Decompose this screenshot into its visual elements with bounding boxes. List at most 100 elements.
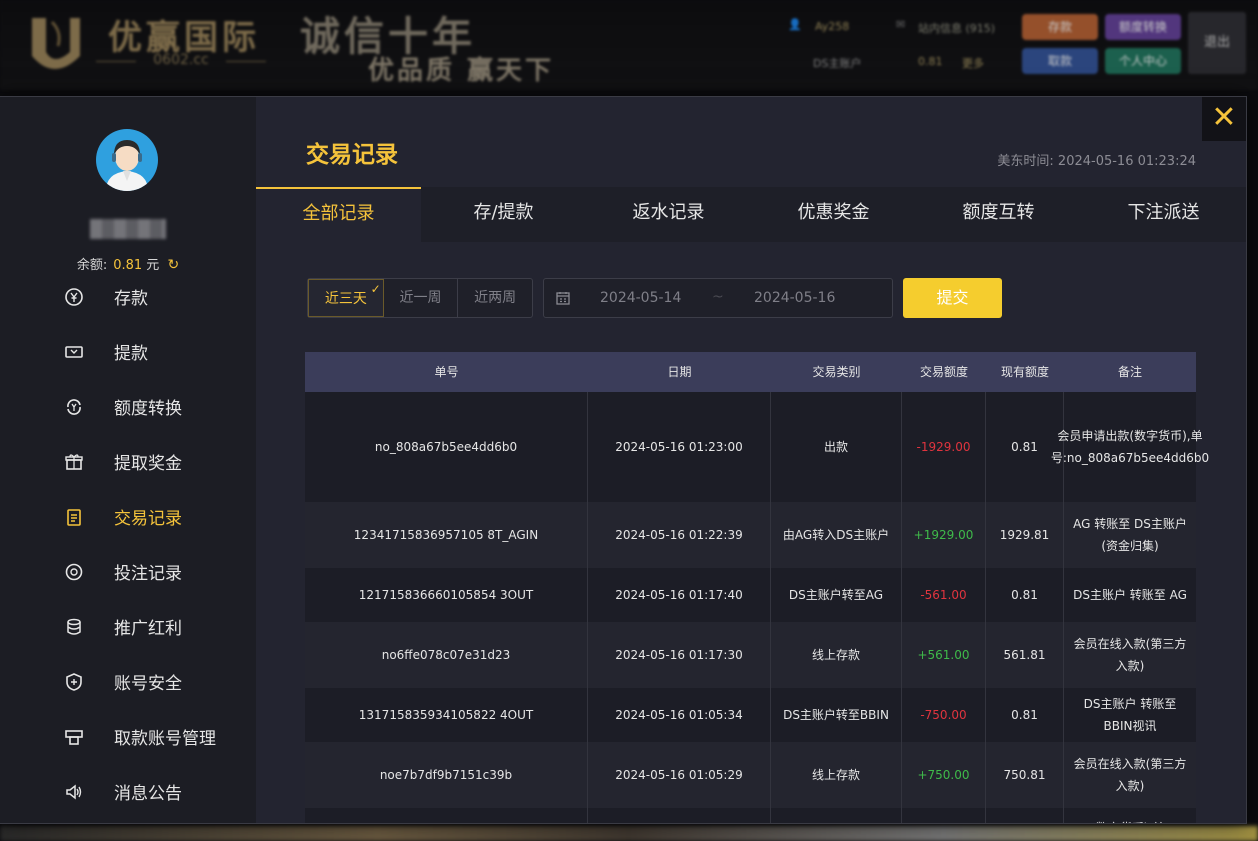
header-transfer-button[interactable]: 额度转换 — [1105, 14, 1181, 40]
server-time: 美东时间: 2024-05-16 01:23:24 — [997, 150, 1196, 169]
table-header: 单号 日期 交易类别 交易额度 现有额度 备注 — [305, 352, 1196, 392]
cell-balance: 0.81 — [986, 688, 1064, 742]
cell-id: no_808a67b5ee4dd6b0 — [305, 392, 588, 502]
cell-balance: 750.81 — [986, 742, 1064, 808]
ticket-icon — [64, 342, 84, 362]
header-account-balance: 0.81 — [918, 55, 943, 68]
sidebar-item-security[interactable]: 账号安全 — [0, 654, 256, 709]
sidebar-item-label: 额度转换 — [114, 399, 182, 419]
col-id: 单号 — [434, 365, 459, 379]
speaker-icon — [64, 782, 84, 802]
sidebar: 余额: 0.81 元 ↻ 存款 提款 额度转换 提取奖金 交易记录 投注记录 推… — [0, 97, 256, 823]
cell-date — [588, 808, 771, 823]
clipboard-icon — [64, 507, 84, 527]
table-row: 121715836660105854 3OUT 2024-05-16 01:17:… — [305, 568, 1196, 622]
page-title: 交易记录 — [306, 142, 398, 168]
avatar — [96, 129, 158, 191]
cell-balance — [986, 808, 1064, 823]
tab-bet-rewards[interactable]: 下注派送 — [1081, 187, 1246, 242]
table-row: 131715835934105822 4OUT 2024-05-16 01:05:… — [305, 688, 1196, 742]
calendar-icon — [556, 292, 570, 305]
account-modal: 余额: 0.81 元 ↻ 存款 提款 额度转换 提取奖金 交易记录 投注记录 推… — [0, 97, 1246, 823]
background-strip — [0, 826, 1258, 841]
cell-date: 2024-05-16 01:23:00 — [588, 392, 771, 502]
sidebar-item-label: 提款 — [114, 344, 148, 364]
sidebar-item-deposit[interactable]: 存款 — [0, 269, 256, 324]
gift-icon — [64, 452, 84, 472]
time-value: 2024-05-16 01:23:24 — [1057, 154, 1196, 169]
cell-balance: 561.81 — [986, 622, 1064, 688]
logo-icon — [32, 18, 80, 69]
header-more[interactable]: 更多 — [962, 55, 984, 71]
logout-button[interactable]: 退出 — [1188, 12, 1246, 74]
sidebar-item-accounts[interactable]: 取款账号管理 — [0, 709, 256, 764]
tab-all[interactable]: 全部记录 — [256, 187, 421, 242]
card-icon — [64, 727, 84, 747]
cell-id: 12341715836957105 8T_AGIN — [305, 502, 588, 568]
header-withdraw-button[interactable]: 取款 — [1022, 48, 1098, 74]
tab-rebate[interactable]: 返水记录 — [586, 187, 751, 242]
user-icon: 👤 — [788, 18, 802, 31]
cell-note: DS主账户 转账至 BBIN视讯 — [1083, 697, 1177, 733]
cell-note: 会员在线入款(第三方入款) — [1073, 637, 1187, 673]
cell-amount: +1929.00 — [902, 502, 986, 568]
cell-id: no6ffe078c07e31d23 — [305, 622, 588, 688]
sidebar-item-promo[interactable]: 推广红利 — [0, 599, 256, 654]
submit-button[interactable]: 提交 — [903, 278, 1002, 318]
username-redacted — [90, 219, 166, 239]
sidebar-item-bonus[interactable]: 提取奖金 — [0, 434, 256, 489]
cell-type: DS主账户转至BBIN — [771, 688, 902, 742]
cell-amount: -561.00 — [902, 568, 986, 622]
sidebar-item-label: 取款账号管理 — [114, 729, 216, 749]
sidebar-item-label: 提取奖金 — [114, 454, 182, 474]
sidebar-item-notice[interactable]: 消息公告 — [0, 764, 256, 819]
tab-deposit-withdraw[interactable]: 存/提款 — [421, 187, 586, 242]
tab-transfer[interactable]: 额度互转 — [916, 187, 1081, 242]
cell-balance: 0.81 — [986, 568, 1064, 622]
header-mail[interactable]: 站内信息 (915) — [918, 20, 995, 36]
cell-id: 121715836660105854 3OUT — [305, 568, 588, 622]
table-row: 数字货币),单 — [305, 808, 1196, 823]
col-note: 备注 — [1117, 365, 1142, 379]
table-row: no_808a67b5ee4dd6b0 2024-05-16 01:23:00 出款… — [305, 392, 1210, 502]
sidebar-nav: 存款 提款 额度转换 提取奖金 交易记录 投注记录 推广红利 账号安全 取款账号… — [0, 269, 256, 819]
coins-icon — [64, 617, 84, 637]
range-2weeks[interactable]: 近两周 — [458, 279, 532, 317]
header-account: DS主账户 — [813, 57, 862, 70]
sidebar-item-transactions[interactable]: 交易记录 — [0, 489, 256, 544]
col-amount: 交易额度 — [919, 365, 968, 379]
site-header: 优赢国际 0602.cc 诚信十年 优品质 赢天下 👤 Ay258 ✉ 站内信息… — [0, 0, 1258, 90]
cell-id: 131715835934105822 4OUT — [305, 688, 588, 742]
date-separator: ~ — [712, 289, 724, 305]
cell-date: 2024-05-16 01:05:29 — [588, 742, 771, 808]
range-1week[interactable]: 近一周 — [384, 279, 459, 317]
cell-date: 2024-05-16 01:05:34 — [588, 688, 771, 742]
date-to[interactable]: 2024-05-16 — [754, 290, 835, 306]
cell-note: AG 转账至 DS主账户(资金归集) — [1073, 517, 1187, 553]
cell-type: 线上存款 — [771, 622, 902, 688]
close-icon[interactable]: ✕ — [1202, 97, 1246, 141]
tab-bonus[interactable]: 优惠奖金 — [751, 187, 916, 242]
date-picker[interactable]: 2024-05-14 ~ 2024-05-16 — [543, 278, 893, 318]
cell-note: 会员申请出款(数字货币),单号:no_808a67b5ee4dd6b0 — [1050, 429, 1210, 465]
cell-date: 2024-05-16 01:17:40 — [588, 568, 771, 622]
sidebar-item-label: 账号安全 — [114, 674, 182, 694]
sidebar-item-withdraw[interactable]: 提款 — [0, 324, 256, 379]
table-body: no_808a67b5ee4dd6b0 2024-05-16 01:23:00 出款… — [305, 392, 1210, 823]
cell-date: 2024-05-16 01:22:39 — [588, 502, 771, 568]
date-from[interactable]: 2024-05-14 — [600, 290, 681, 306]
cell-date: 2024-05-16 01:17:30 — [588, 622, 771, 688]
header-center-button[interactable]: 个人中心 — [1105, 48, 1181, 74]
sidebar-item-label: 交易记录 — [114, 509, 182, 529]
avatar-icon — [106, 140, 148, 191]
yen-icon — [64, 287, 84, 307]
range-3days[interactable]: 近三天 — [308, 270, 384, 317]
sidebar-item-transfer[interactable]: 额度转换 — [0, 379, 256, 434]
exchange-icon — [64, 397, 84, 417]
cell-note: DS主账户 转账至 AG — [1073, 588, 1187, 602]
sidebar-item-bets[interactable]: 投注记录 — [0, 544, 256, 599]
sidebar-item-label: 消息公告 — [114, 784, 182, 804]
cell-balance: 1929.81 — [986, 502, 1064, 568]
table-row: noe7b7df9b7151c39b 2024-05-16 01:05:29 线上存… — [305, 742, 1196, 808]
header-deposit-button[interactable]: 存款 — [1022, 14, 1098, 40]
